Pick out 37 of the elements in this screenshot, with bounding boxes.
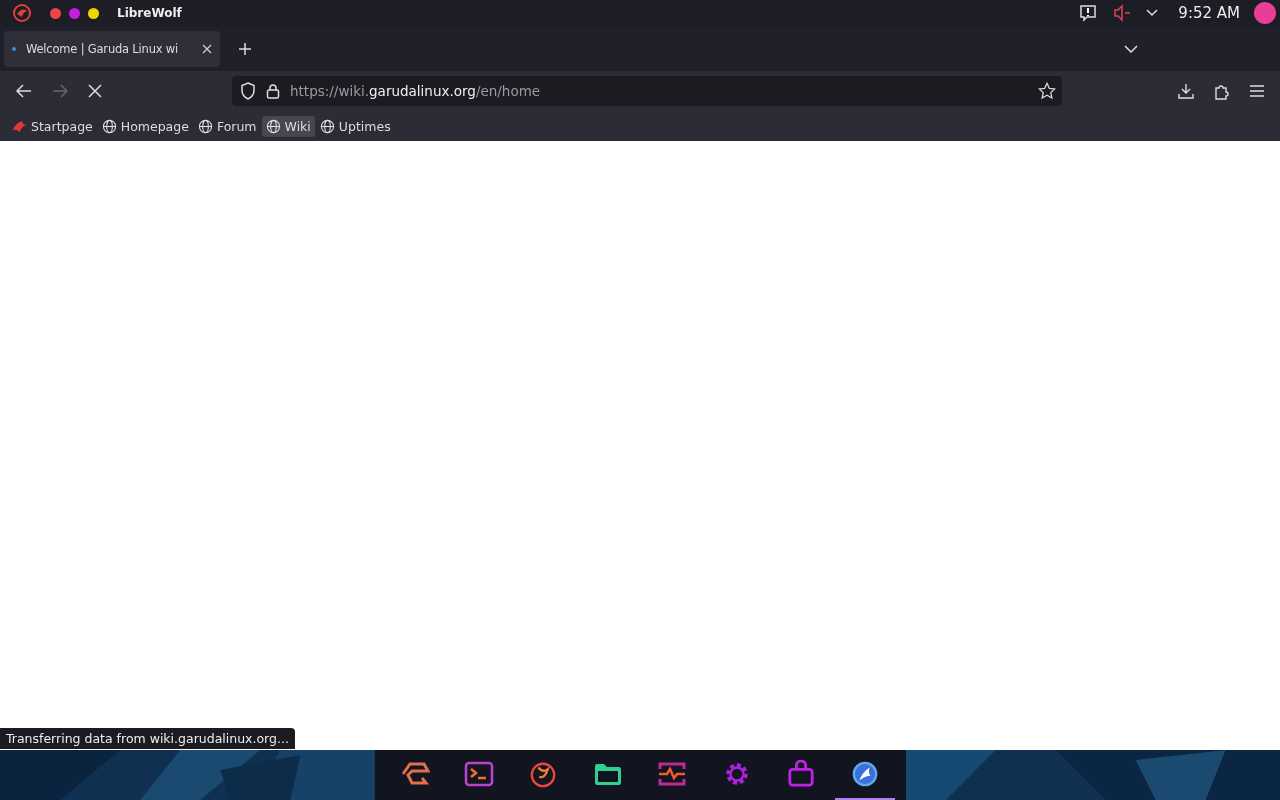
close-icon[interactable] — [202, 43, 212, 54]
puzzle-icon[interactable] — [1214, 82, 1230, 100]
globe-icon — [197, 118, 213, 134]
menu-icon[interactable] — [1250, 85, 1264, 97]
chevron-down-icon[interactable] — [1146, 9, 1159, 17]
download-icon[interactable] — [1178, 83, 1194, 99]
lock-icon[interactable] — [266, 83, 280, 99]
bookmark-link[interactable]: Startpage — [8, 115, 97, 137]
stop-icon[interactable] — [88, 84, 102, 98]
tab-title: Welcome | Garuda Linux wi — [26, 41, 179, 56]
globe-icon — [265, 118, 281, 134]
browser-tab[interactable]: Welcome | Garuda Linux wi — [4, 30, 220, 67]
back-icon[interactable] — [16, 84, 32, 98]
activity-monitor-icon — [657, 761, 688, 787]
star-icon[interactable] — [1038, 82, 1056, 100]
bookmark-link[interactable]: Forum — [193, 115, 261, 137]
new-tab-icon[interactable] — [238, 41, 252, 56]
terminal-icon — [464, 761, 495, 787]
bookmark-link[interactable]: Uptimes — [315, 115, 395, 137]
window-control-button[interactable] — [88, 7, 99, 19]
user-avatar[interactable] — [1254, 2, 1276, 24]
bookmark-link[interactable]: Homepage — [97, 115, 193, 137]
clock: 9:52 AM — [1178, 4, 1240, 22]
status-tooltip: Transferring data from wiki.garudalinux.org... — [0, 728, 295, 749]
address-bar[interactable]: https://wiki.garudalinux.org/en/home — [232, 76, 1062, 106]
app-name: LibreWolf — [117, 6, 182, 20]
garuda-logo-icon — [399, 761, 430, 787]
bookmark-link[interactable]: Wiki — [261, 115, 315, 137]
chevron-down-icon[interactable] — [1124, 44, 1138, 53]
notification-icon[interactable] — [1078, 3, 1099, 23]
speaker-muted-icon[interactable] — [1112, 3, 1133, 23]
globe-icon — [319, 118, 335, 134]
shield-icon[interactable] — [240, 82, 256, 100]
folder-icon — [592, 761, 623, 787]
url-text: https://wiki.garudalinux.org/en/home — [290, 83, 541, 99]
shopping-bag-icon — [786, 760, 815, 788]
globe-icon — [101, 118, 117, 134]
